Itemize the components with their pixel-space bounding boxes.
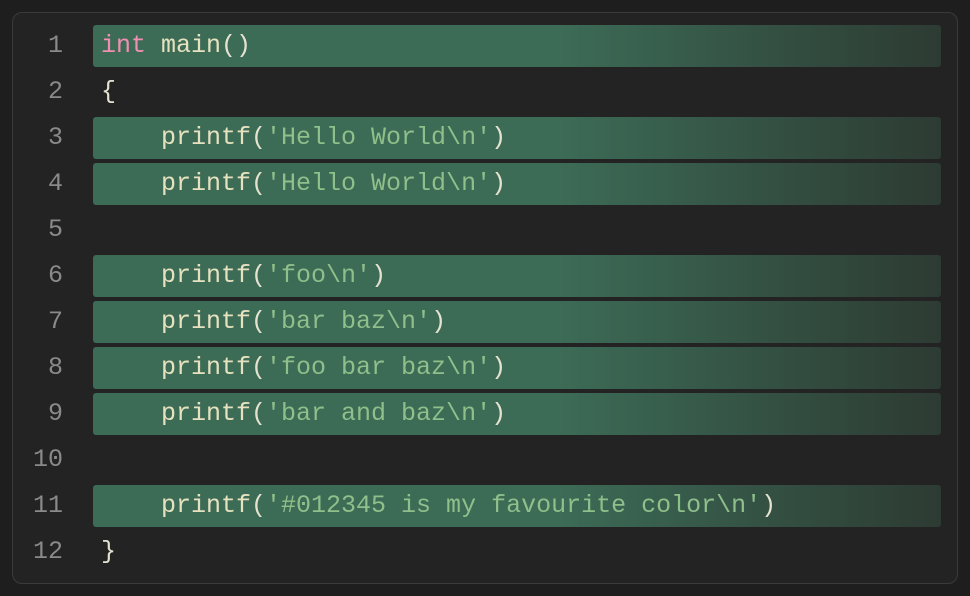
code-line[interactable]: 10 <box>13 437 943 483</box>
line-number: 9 <box>13 391 81 437</box>
code-token: ( <box>251 123 266 152</box>
code-token: ( <box>251 169 266 198</box>
code-token: ) <box>431 307 446 336</box>
code-token: printf <box>161 307 251 336</box>
code-token: ) <box>491 399 506 428</box>
code-line[interactable]: 11printf('#012345 is my favourite color\… <box>13 483 943 529</box>
code-token: printf <box>161 261 251 290</box>
line-number: 4 <box>13 161 81 207</box>
line-number: 5 <box>13 207 81 253</box>
code-token: () <box>221 31 251 60</box>
line-number: 10 <box>13 437 81 483</box>
code-content[interactable]: } <box>81 529 116 575</box>
code-token: int <box>101 31 146 60</box>
code-line[interactable]: 9printf('bar and baz\n') <box>13 391 943 437</box>
code-token: ) <box>371 261 386 290</box>
code-line[interactable]: 1int main() <box>13 23 943 69</box>
code-token: } <box>101 537 116 566</box>
line-number: 3 <box>13 115 81 161</box>
code-line[interactable]: 4printf('Hello World\n') <box>13 161 943 207</box>
code-content[interactable]: { <box>81 69 116 115</box>
code-token: 'foo bar baz\n' <box>266 353 491 382</box>
code-line[interactable]: 7printf('bar baz\n') <box>13 299 943 345</box>
code-token: ) <box>491 353 506 382</box>
code-line[interactable]: 3printf('Hello World\n') <box>13 115 943 161</box>
code-token: ( <box>251 261 266 290</box>
code-content[interactable]: printf('#012345 is my favourite color\n'… <box>81 483 776 529</box>
code-token: ( <box>251 491 266 520</box>
code-token: ) <box>761 491 776 520</box>
code-token: ( <box>251 399 266 428</box>
line-number: 8 <box>13 345 81 391</box>
code-content[interactable]: printf('foo\n') <box>81 253 386 299</box>
code-token: printf <box>161 123 251 152</box>
code-line[interactable]: 2{ <box>13 69 943 115</box>
code-area[interactable]: 1int main()2{3printf('Hello World\n')4pr… <box>13 23 943 575</box>
code-content[interactable]: printf('Hello World\n') <box>81 115 506 161</box>
code-line[interactable]: 5 <box>13 207 943 253</box>
line-number: 6 <box>13 253 81 299</box>
code-token: 'bar and baz\n' <box>266 399 491 428</box>
code-content[interactable]: printf('bar and baz\n') <box>81 391 506 437</box>
code-token: ) <box>491 169 506 198</box>
code-token: 'Hello World\n' <box>266 169 491 198</box>
code-content[interactable]: printf('foo bar baz\n') <box>81 345 506 391</box>
line-number: 1 <box>13 23 81 69</box>
code-token: 'Hello World\n' <box>266 123 491 152</box>
line-number: 2 <box>13 69 81 115</box>
code-line[interactable]: 6printf('foo\n') <box>13 253 943 299</box>
code-token: printf <box>161 353 251 382</box>
code-token: ( <box>251 307 266 336</box>
code-content[interactable]: printf('Hello World\n') <box>81 161 506 207</box>
code-content[interactable]: int main() <box>81 23 251 69</box>
code-token: printf <box>161 169 251 198</box>
code-token: { <box>101 77 116 106</box>
line-number: 11 <box>13 483 81 529</box>
code-line[interactable]: 12} <box>13 529 943 575</box>
code-token: 'foo\n' <box>266 261 371 290</box>
code-token <box>146 31 161 60</box>
code-token: 'bar baz\n' <box>266 307 431 336</box>
code-token: ) <box>491 123 506 152</box>
code-token: main <box>161 31 221 60</box>
line-number: 12 <box>13 529 81 575</box>
code-content[interactable]: printf('bar baz\n') <box>81 299 446 345</box>
line-number: 7 <box>13 299 81 345</box>
code-editor-panel: 1int main()2{3printf('Hello World\n')4pr… <box>12 12 958 584</box>
code-line[interactable]: 8printf('foo bar baz\n') <box>13 345 943 391</box>
code-token: printf <box>161 399 251 428</box>
code-token: '#012345 is my favourite color\n' <box>266 491 761 520</box>
code-token: ( <box>251 353 266 382</box>
code-token: printf <box>161 491 251 520</box>
